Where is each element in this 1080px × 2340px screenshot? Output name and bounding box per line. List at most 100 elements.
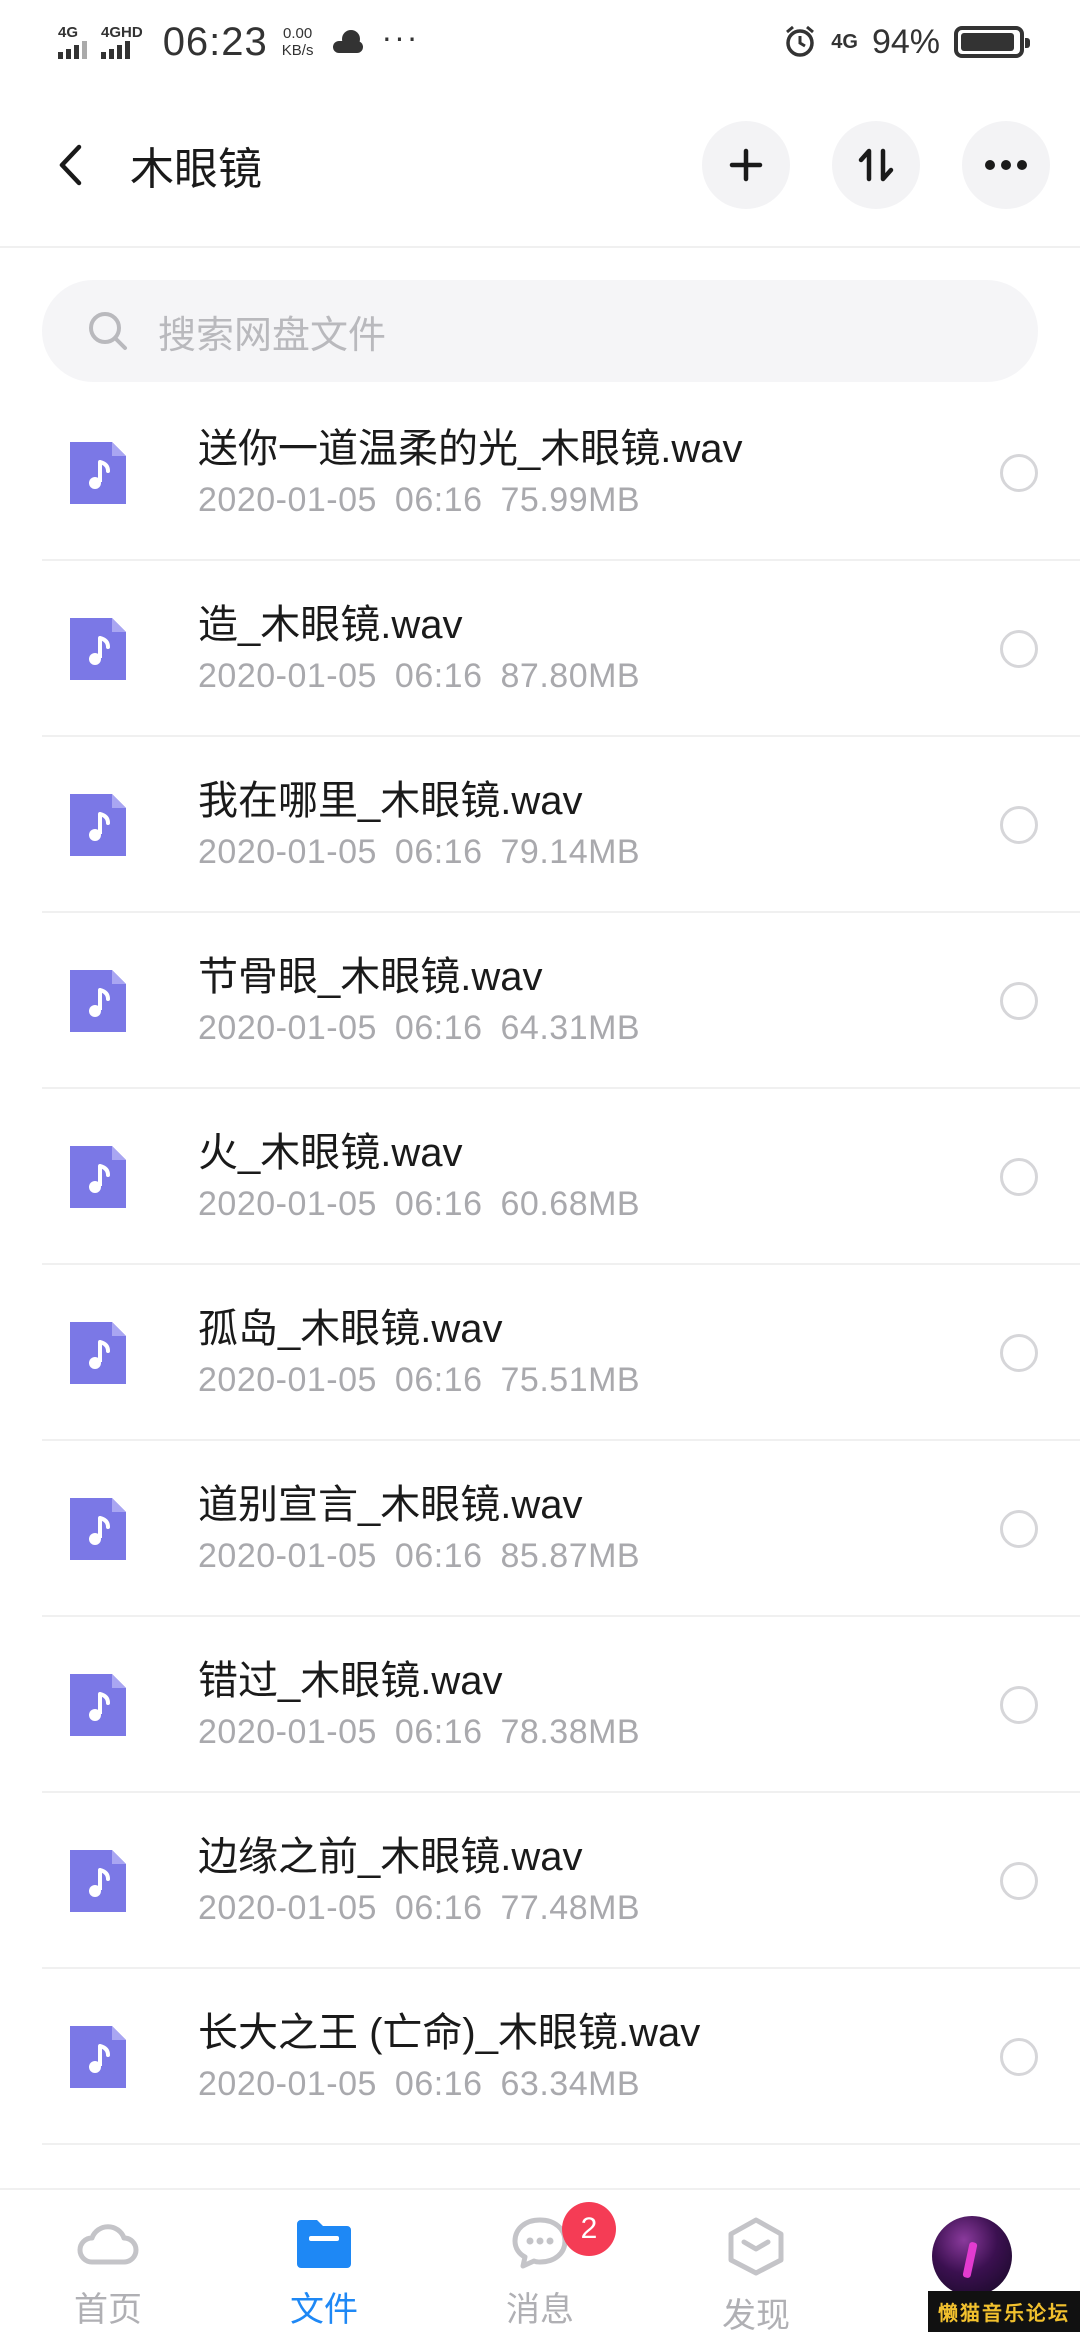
file-time: 06:16 [394,1713,483,1751]
page-title: 木眼镜 [130,145,262,194]
file-name: 长大之王 (亡命)_木眼镜.wav [198,2011,701,2055]
select-checkbox[interactable] [1000,1334,1038,1372]
file-time: 06:16 [394,2065,483,2103]
network-speed: 0.00 KB/s [281,25,314,59]
file-time: 06:16 [394,1889,483,1927]
header: 木眼镜 [0,84,1080,248]
file-row[interactable]: 我在哪里_木眼镜.wav 2020-01-05 06:16 79.14MB [0,737,1080,913]
file-date: 2020-01-05 [198,1009,377,1047]
file-row[interactable]: 送你一道温柔的光_木眼镜.wav 2020-01-05 06:16 75.99MB [0,385,1080,561]
file-name: 送你一道温柔的光_木眼镜.wav [198,427,743,471]
select-checkbox[interactable] [1000,630,1038,668]
file-size: 64.31MB [500,1009,641,1047]
alarm-icon [786,25,815,57]
select-checkbox[interactable] [1000,982,1038,1020]
folder-icon [297,2220,351,2268]
file-row[interactable]: 火_木眼镜.wav 2020-01-05 06:16 60.68MB [0,1089,1080,1265]
watermark: 懒猫音乐论坛 [928,2291,1080,2332]
file-time: 06:16 [394,1537,483,1575]
more-icon [985,160,1027,170]
file-name: 边缘之前_木眼镜.wav [198,1835,583,1879]
file-meta: 2020-01-05 06:16 79.14MB [198,829,640,875]
file-row[interactable]: 长大之王 (亡命)_木眼镜.wav 2020-01-05 06:16 63.34MB [0,1969,1080,2145]
weather-icon [333,30,364,53]
audio-file-icon [70,1674,126,1736]
file-size: 77.48MB [500,1889,641,1927]
signal-sim2: 4GHD [101,25,143,59]
battery-percent: 94% [871,22,940,61]
file-date: 2020-01-05 [198,657,377,695]
select-checkbox[interactable] [1000,1686,1038,1724]
file-time: 06:16 [394,481,483,519]
file-size: 63.34MB [500,2065,641,2103]
back-button[interactable] [50,135,90,195]
file-row[interactable]: 孤岛_木眼镜.wav 2020-01-05 06:16 75.51MB [0,1265,1080,1441]
file-time: 06:16 [394,833,483,871]
file-size: 60.68MB [500,1185,641,1223]
battery-level [961,33,1014,51]
select-checkbox[interactable] [1000,806,1038,844]
audio-file-icon [70,970,126,1032]
more-button[interactable] [962,121,1050,209]
select-checkbox[interactable] [1000,1862,1038,1900]
file-row[interactable]: 道别宣言_木眼镜.wav 2020-01-05 06:16 85.87MB [0,1441,1080,1617]
more-notifications-icon: ··· [381,18,420,55]
file-name: 错过_木眼镜.wav [198,1659,503,1703]
file-meta: 2020-01-05 06:16 60.68MB [198,1181,640,1227]
file-size: 75.99MB [500,481,641,519]
plus-icon [729,148,763,182]
file-date: 2020-01-05 [198,1537,377,1575]
file-row[interactable]: 节骨眼_木眼镜.wav 2020-01-05 06:16 64.31MB [0,913,1080,1089]
file-time: 06:16 [394,1361,483,1399]
nav-home[interactable]: 首页 [0,2190,216,2340]
select-checkbox[interactable] [1000,2038,1038,2076]
file-meta: 2020-01-05 06:16 64.31MB [198,1005,640,1051]
file-meta: 2020-01-05 06:16 87.80MB [198,653,640,699]
audio-file-icon [70,794,126,856]
file-row[interactable]: 造_木眼镜.wav 2020-01-05 06:16 87.80MB [0,561,1080,737]
add-button[interactable] [702,121,790,209]
file-date: 2020-01-05 [198,1185,377,1223]
file-meta: 2020-01-05 06:16 77.48MB [198,1885,640,1931]
select-checkbox[interactable] [1000,1158,1038,1196]
audio-file-icon [70,1322,126,1384]
file-date: 2020-01-05 [198,481,377,519]
select-checkbox[interactable] [1000,454,1038,492]
file-name: 孤岛_木眼镜.wav [198,1307,503,1351]
file-name: 造_木眼镜.wav [198,603,463,647]
file-row[interactable]: 错过_木眼镜.wav 2020-01-05 06:16 78.38MB [0,1617,1080,1793]
file-meta: 2020-01-05 06:16 85.87MB [198,1533,640,1579]
file-name: 火_木眼镜.wav [198,1131,463,1175]
search-input[interactable]: 搜索网盘文件 [42,280,1038,382]
nav-discover[interactable]: 发现 [648,2190,864,2340]
chevron-left-icon [59,144,82,186]
audio-file-icon [70,2026,126,2088]
file-date: 2020-01-05 [198,2065,377,2103]
signal-sim1: 4G [58,25,87,59]
file-meta: 2020-01-05 06:16 75.99MB [198,477,743,523]
file-size: 85.87MB [500,1537,641,1575]
sort-icon [858,148,894,182]
file-size: 75.51MB [500,1361,641,1399]
audio-file-icon [70,442,126,504]
nav-files[interactable]: 文件 [216,2190,432,2340]
file-name: 道别宣言_木眼镜.wav [198,1483,583,1527]
cloud-icon [77,2224,139,2265]
file-size: 78.38MB [500,1713,641,1751]
avatar[interactable] [932,2216,1012,2296]
status-time: 06:23 [162,19,268,64]
audio-file-icon [70,1146,126,1208]
select-checkbox[interactable] [1000,1510,1038,1548]
search-placeholder: 搜索网盘文件 [158,314,387,357]
file-time: 06:16 [394,1009,483,1047]
sort-button[interactable] [832,121,920,209]
chat-icon [512,2217,568,2269]
file-row[interactable]: 边缘之前_木眼镜.wav 2020-01-05 06:16 77.48MB [0,1793,1080,1969]
message-badge: 2 [562,2202,616,2256]
file-name: 节骨眼_木眼镜.wav [198,955,543,999]
audio-file-icon [70,1498,126,1560]
nav-messages[interactable]: 消息 2 [432,2190,648,2340]
battery-icon [954,26,1030,58]
file-size: 79.14MB [500,833,641,871]
file-date: 2020-01-05 [198,1713,377,1751]
